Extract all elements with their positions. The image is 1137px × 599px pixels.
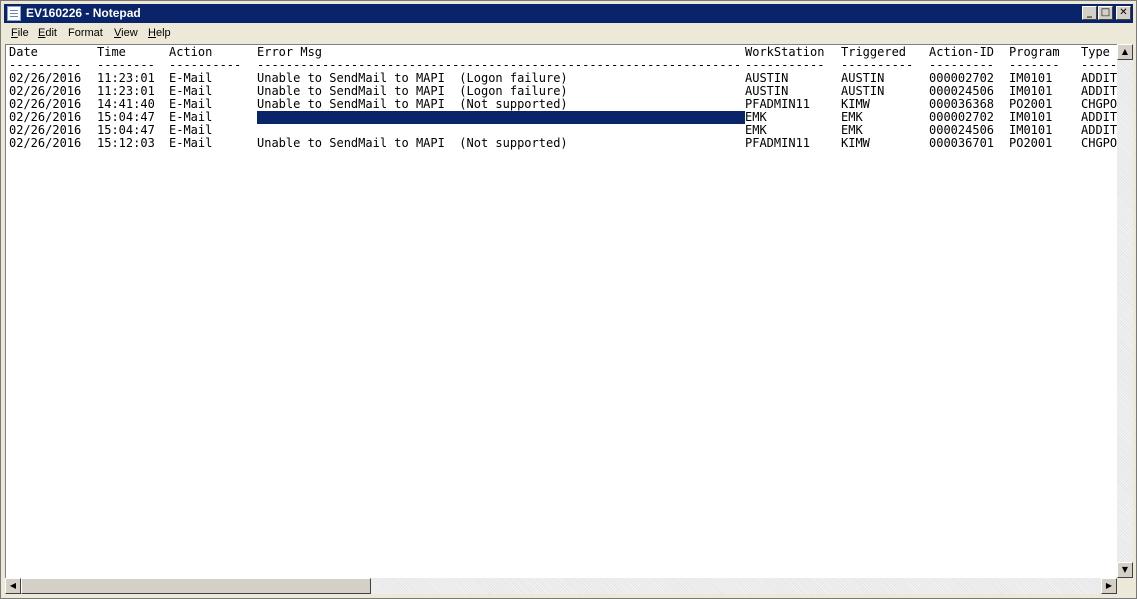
menu-view[interactable]: View — [114, 27, 138, 39]
minimize-button[interactable]: _ — [1082, 6, 1097, 20]
cell-error-msg: Unable to SendMail to MAPI (Not supporte… — [257, 97, 568, 111]
notepad-window: EV160226 - Notepad _ □ ✕ File Edit Forma… — [0, 0, 1137, 599]
notepad-icon[interactable] — [7, 6, 21, 21]
window-title: EV160226 - Notepad — [26, 6, 141, 20]
vertical-scrollbar[interactable]: ▲ ▼ — [1117, 44, 1133, 578]
cell-action-id: 000036701 — [929, 136, 995, 150]
size-grip[interactable] — [1117, 578, 1133, 594]
menu-format[interactable]: Format — [68, 27, 103, 39]
scroll-down-button[interactable]: ▼ — [1117, 562, 1133, 578]
menu-edit[interactable]: Edit — [38, 27, 57, 39]
log-line: 02/26/2016 15:12:03 E-Mail Unable to SendMa… — [9, 137, 1118, 150]
close-button[interactable]: ✕ — [1116, 6, 1131, 20]
title-bar[interactable]: EV160226 - Notepad _ □ ✕ — [4, 4, 1133, 23]
text-editor[interactable]: Date Time Action Error Msg WorkStation Trigge… — [5, 44, 1118, 579]
menu-help[interactable]: Help — [148, 27, 171, 39]
cell-type: CHGPO — [1081, 136, 1118, 150]
cell-workstation: PFADMIN11 — [745, 136, 811, 150]
cell-time: 15:12:03 — [97, 136, 155, 150]
horizontal-scroll-thumb[interactable] — [21, 578, 371, 594]
scroll-left-button[interactable]: ◀ — [5, 578, 21, 594]
cell-error-msg: Unable to SendMail to MAPI (Not supporte… — [257, 136, 568, 150]
cell-triggered: KIMW — [841, 136, 870, 150]
menu-bar: File Edit Format View Help — [4, 24, 1133, 43]
horizontal-scrollbar[interactable]: ◀ ▶ — [5, 578, 1117, 594]
cell-date: 02/26/2016 — [9, 136, 82, 150]
scroll-right-button[interactable]: ▶ — [1101, 578, 1117, 594]
maximize-button[interactable]: □ — [1098, 6, 1113, 20]
scroll-up-button[interactable]: ▲ — [1117, 44, 1133, 60]
menu-file[interactable]: File — [11, 27, 29, 39]
cell-action: E-Mail — [169, 136, 213, 150]
cell-program: PO2001 — [1009, 136, 1053, 150]
